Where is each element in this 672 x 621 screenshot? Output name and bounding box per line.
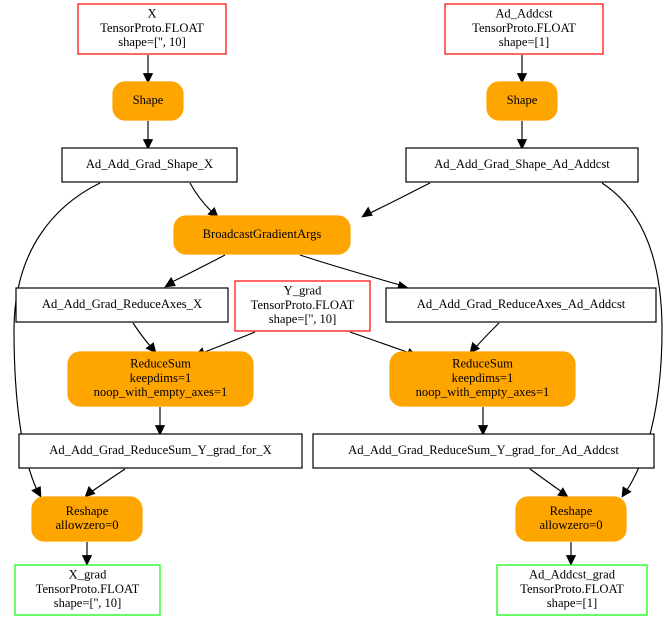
- node-label-line: Reshape: [66, 504, 109, 518]
- node-label-line: Ad_Add_Grad_ReduceSum_Y_grad_for_Ad_Addc…: [348, 443, 619, 457]
- graph-node-operator[interactable]: Shape: [112, 81, 184, 121]
- node-label-line: Y_grad: [284, 284, 322, 298]
- node-label-line: shape=['', 10]: [118, 35, 186, 49]
- node-label-line: TensorProto.FLOAT: [36, 582, 140, 596]
- node-label-line: ReduceSum: [130, 357, 191, 371]
- node-label-line: shape=['', 10]: [54, 596, 122, 610]
- graph-edge: [164, 254, 226, 288]
- node-label-line: X_grad: [69, 568, 107, 582]
- node-label-line: TensorProto.FLOAT: [520, 582, 624, 596]
- node-label-line: Ad_Add_Grad_Shape_Ad_Addcst: [434, 157, 610, 171]
- graph-node-operator[interactable]: Reshapeallowzero=0: [31, 496, 143, 542]
- node-label-line: allowzero=0: [539, 518, 602, 532]
- onnx-gradient-graph: X TensorProto.FLOAT shape=['', 10] Ad_Addcs…: [0, 0, 672, 621]
- graph-node-operator[interactable]: Shape: [486, 81, 558, 121]
- graph-edge: [469, 322, 500, 354]
- edge-line: [349, 331, 411, 354]
- edge-line: [189, 182, 212, 212]
- graph-node-intermediate[interactable]: Ad_Add_Grad_Shape_X: [61, 147, 238, 183]
- graph-node-intermediate[interactable]: Ad_Add_Grad_ReduceAxes_X: [15, 287, 229, 323]
- graph-node-operator[interactable]: ReduceSumkeepdims=1noop_with_empty_axes=…: [67, 351, 254, 407]
- graph-edge: [84, 468, 126, 498]
- node-label-line: BroadcastGradientArgs: [203, 227, 322, 241]
- node-label-line: shape=['', 10]: [269, 312, 337, 326]
- node-label-line: Ad_Add_Grad_ReduceSum_Y_grad_for_X: [49, 443, 271, 457]
- graph-node-operator[interactable]: Reshapeallowzero=0: [515, 496, 627, 542]
- graph-node-input[interactable]: XTensorProto.FLOATshape=['', 10]: [77, 3, 227, 55]
- node-label-line: Ad_Add_Grad_Shape_X: [86, 157, 213, 171]
- arrowhead-icon: [565, 555, 577, 566]
- node-label-line: keepdims=1: [130, 371, 192, 385]
- graph-node-input[interactable]: Ad_AddcstTensorProto.FLOATshape=[1]: [444, 3, 604, 55]
- graph-node-intermediate[interactable]: Ad_Add_Grad_ReduceSum_Y_grad_for_Ad_Addc…: [312, 433, 655, 469]
- graph-edge: [81, 542, 93, 566]
- node-label-line: shape=[1]: [547, 596, 597, 610]
- graph-edge: [189, 182, 219, 218]
- graph-edge: [477, 407, 489, 436]
- node-label-line: noop_with_empty_axes=1: [416, 385, 550, 399]
- node-label-line: keepdims=1: [452, 371, 514, 385]
- graph-edge: [516, 121, 528, 150]
- graph-edge: [142, 121, 154, 150]
- arrowhead-icon: [81, 555, 93, 566]
- graph-node-intermediate[interactable]: Ad_Add_Grad_ReduceAxes_Ad_Addcst: [385, 287, 657, 323]
- node-label-line: Ad_Addcst_grad: [529, 568, 616, 582]
- node-label-line: Shape: [133, 93, 164, 107]
- graph-node-input[interactable]: Y_gradTensorProto.FLOATshape=['', 10]: [234, 280, 371, 332]
- graph-edge: [529, 468, 569, 498]
- graph-node-intermediate[interactable]: Ad_Add_Grad_Shape_Ad_Addcst: [405, 147, 639, 183]
- node-label-line: Ad_Add_Grad_ReduceAxes_X: [42, 297, 202, 311]
- node-label-line: ReduceSum: [452, 357, 513, 371]
- graph-node-intermediate[interactable]: Ad_Add_Grad_ReduceSum_Y_grad_for_X: [18, 433, 303, 469]
- arrowhead-icon: [361, 206, 373, 218]
- node-label-line: TensorProto.FLOAT: [100, 21, 204, 35]
- node-label-line: Ad_Addcst: [495, 7, 553, 21]
- nodes-layer: XTensorProto.FLOATshape=['', 10]Ad_Addcs…: [14, 3, 657, 616]
- graph-edge: [132, 322, 157, 354]
- graph-node-output[interactable]: X_gradTensorProto.FLOATshape=['', 10]: [14, 564, 161, 616]
- graph-edge: [565, 542, 577, 566]
- graph-edge: [154, 407, 166, 436]
- node-label-line: noop_with_empty_axes=1: [94, 385, 228, 399]
- arrowhead-icon: [164, 276, 176, 288]
- graph-node-operator[interactable]: BroadcastGradientArgs: [173, 215, 351, 255]
- node-label-line: TensorProto.FLOAT: [251, 298, 355, 312]
- edge-line: [90, 468, 126, 493]
- graph-node-operator[interactable]: ReduceSumkeepdims=1noop_with_empty_axes=…: [389, 351, 576, 407]
- arrowhead-icon: [621, 486, 632, 498]
- graph-edge: [142, 55, 154, 84]
- node-label-line: Reshape: [550, 504, 593, 518]
- edge-line: [201, 331, 256, 354]
- arrowhead-icon: [557, 487, 569, 498]
- graph-node-output[interactable]: Ad_Addcst_gradTensorProto.FLOATshape=[1]: [496, 564, 648, 616]
- node-label-line: shape=[1]: [499, 35, 549, 49]
- arrowhead-icon: [31, 486, 42, 498]
- node-label-line: Ad_Add_Grad_ReduceAxes_Ad_Addcst: [417, 297, 626, 311]
- node-label-line: Shape: [507, 93, 538, 107]
- edge-line: [475, 322, 500, 348]
- graph-edge: [361, 182, 431, 218]
- node-label-line: allowzero=0: [55, 518, 118, 532]
- node-label-line: TensorProto.FLOAT: [472, 21, 576, 35]
- edge-line: [171, 254, 226, 283]
- arrowhead-icon: [84, 485, 96, 498]
- edge-line: [132, 322, 152, 348]
- node-label-line: X: [147, 7, 156, 21]
- graph-canvas: XTensorProto.FLOATshape=['', 10]Ad_Addcs…: [13, 3, 663, 616]
- edge-line: [529, 468, 563, 493]
- edge-line: [369, 182, 431, 214]
- graph-edge: [516, 55, 528, 84]
